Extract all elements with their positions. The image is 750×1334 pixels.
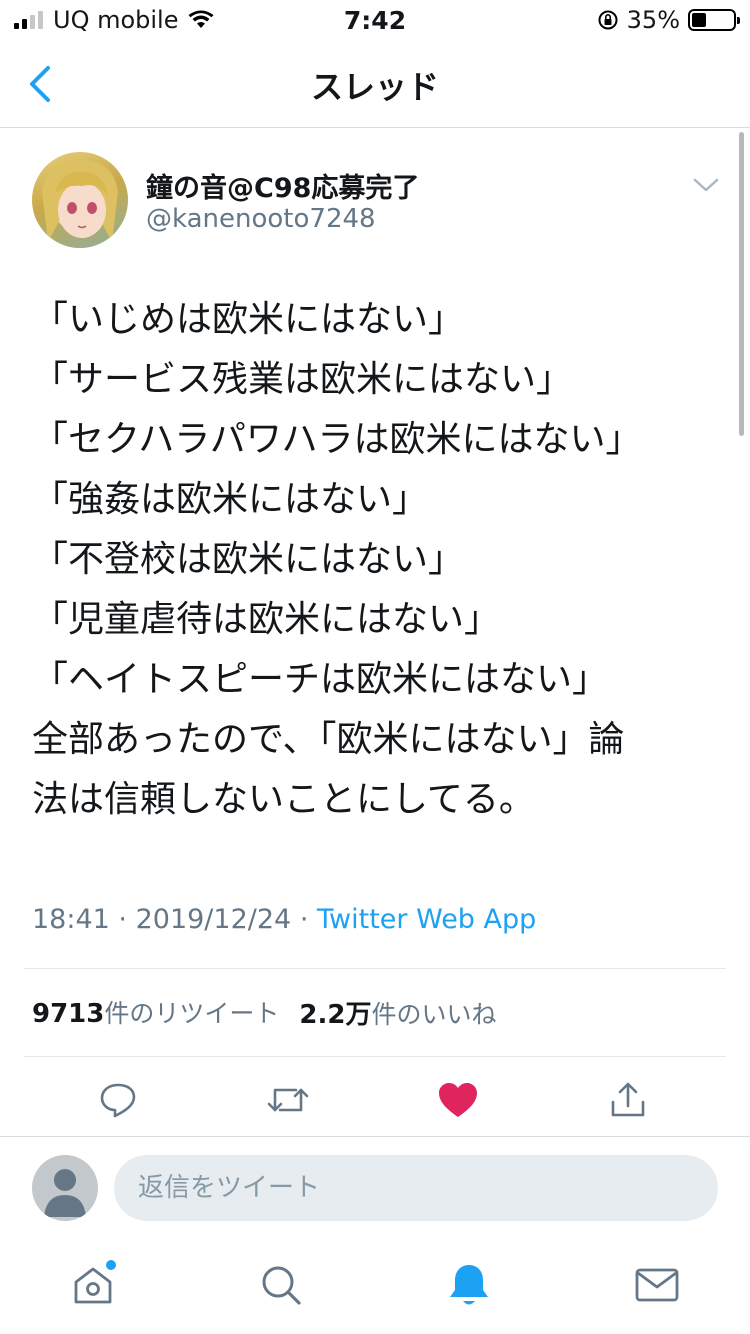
author-display-name[interactable]: 鐘の音@C98応募完了	[146, 166, 419, 205]
reply-button[interactable]	[96, 1078, 140, 1122]
tweet-line: 全部あったので、「欧米にはない」論	[32, 719, 625, 760]
scrollbar[interactable]	[739, 132, 744, 436]
new-content-dot	[106, 1260, 116, 1270]
my-avatar[interactable]	[32, 1155, 98, 1221]
like-count-link[interactable]: 2.2万件のいいね	[299, 994, 496, 1031]
tweet-source-link[interactable]: Twitter Web App	[317, 904, 536, 935]
tab-messages[interactable]	[632, 1260, 682, 1310]
retweet-label: 件のリツイート	[104, 999, 280, 1028]
divider	[24, 968, 726, 969]
meta-separator: ·	[118, 904, 127, 935]
tweet-line: 「強姦は欧米にはない」	[32, 479, 429, 520]
search-icon	[262, 1266, 301, 1305]
reply-input[interactable]: 返信をツイート	[114, 1155, 718, 1221]
tweet-meta: 18:41 · 2019/12/24 · Twitter Web App	[32, 904, 536, 935]
reply-icon	[100, 1083, 136, 1118]
author-handle[interactable]: @kanenooto7248	[146, 204, 376, 234]
tweet-line: 「サービス残業は欧米にはない」	[32, 359, 573, 400]
tweet-line: 「不登校は欧米にはない」	[32, 539, 465, 580]
default-avatar-icon	[44, 1169, 86, 1217]
author-avatar[interactable]	[32, 152, 128, 248]
tab-bar	[0, 1244, 750, 1334]
share-button[interactable]	[606, 1078, 650, 1122]
tweet-text: 「いじめは欧米にはない」 「サービス残業は欧米にはない」 「セクハラパワハラは欧…	[32, 290, 722, 830]
tab-search[interactable]	[256, 1260, 306, 1310]
engagement-counts: 9713件のリツイート 2.2万件のいいね	[32, 994, 496, 1031]
retweet-count-link[interactable]: 9713件のリツイート	[32, 994, 279, 1031]
tweet-line: 「児童虐待は欧米にはない」	[32, 599, 501, 640]
tweet-line: 法は信頼しないことにしてる。	[32, 779, 535, 820]
page-title: スレッド	[310, 68, 439, 106]
tweet-header: 鐘の音@C98応募完了 @kanenooto7248	[32, 152, 732, 252]
like-button[interactable]	[436, 1078, 480, 1122]
orientation-lock-icon	[598, 10, 618, 30]
share-icon	[611, 1082, 645, 1117]
battery-percent: 35%	[626, 6, 680, 34]
tab-notifications[interactable]	[444, 1260, 494, 1310]
retweet-count: 9713	[32, 999, 105, 1029]
tweet-line: 「ヘイトスピーチは欧米にはない」	[32, 659, 609, 700]
retweet-button[interactable]	[266, 1078, 310, 1122]
tweet-date: 2019/12/24	[135, 904, 292, 935]
status-right: 35%	[597, 6, 740, 34]
battery-icon	[688, 9, 740, 31]
tweet-line: 「セクハラパワハラは欧米にはない」	[32, 419, 642, 460]
avatar-illustration	[42, 160, 118, 242]
like-heart-icon	[439, 1083, 477, 1117]
caret-down-icon[interactable]	[692, 176, 720, 194]
divider	[24, 1056, 726, 1057]
tweet-time: 18:41	[32, 904, 110, 935]
like-count: 2.2万	[299, 1000, 372, 1030]
tab-home[interactable]	[68, 1260, 118, 1310]
battery-level	[692, 13, 706, 27]
tweet-line: 「いじめは欧米にはない」	[32, 299, 465, 340]
retweet-icon	[267, 1088, 309, 1112]
navigation-bar: スレッド	[0, 40, 750, 128]
status-bar: UQ mobile 7:42 35%	[0, 0, 750, 40]
meta-separator: ·	[299, 904, 309, 935]
tweet-actions	[0, 1070, 750, 1130]
like-label: 件のいいね	[371, 1000, 497, 1029]
notifications-bell-icon	[450, 1265, 488, 1305]
reply-composer: 返信をツイート	[0, 1136, 750, 1236]
messages-envelope-icon	[635, 1268, 679, 1302]
